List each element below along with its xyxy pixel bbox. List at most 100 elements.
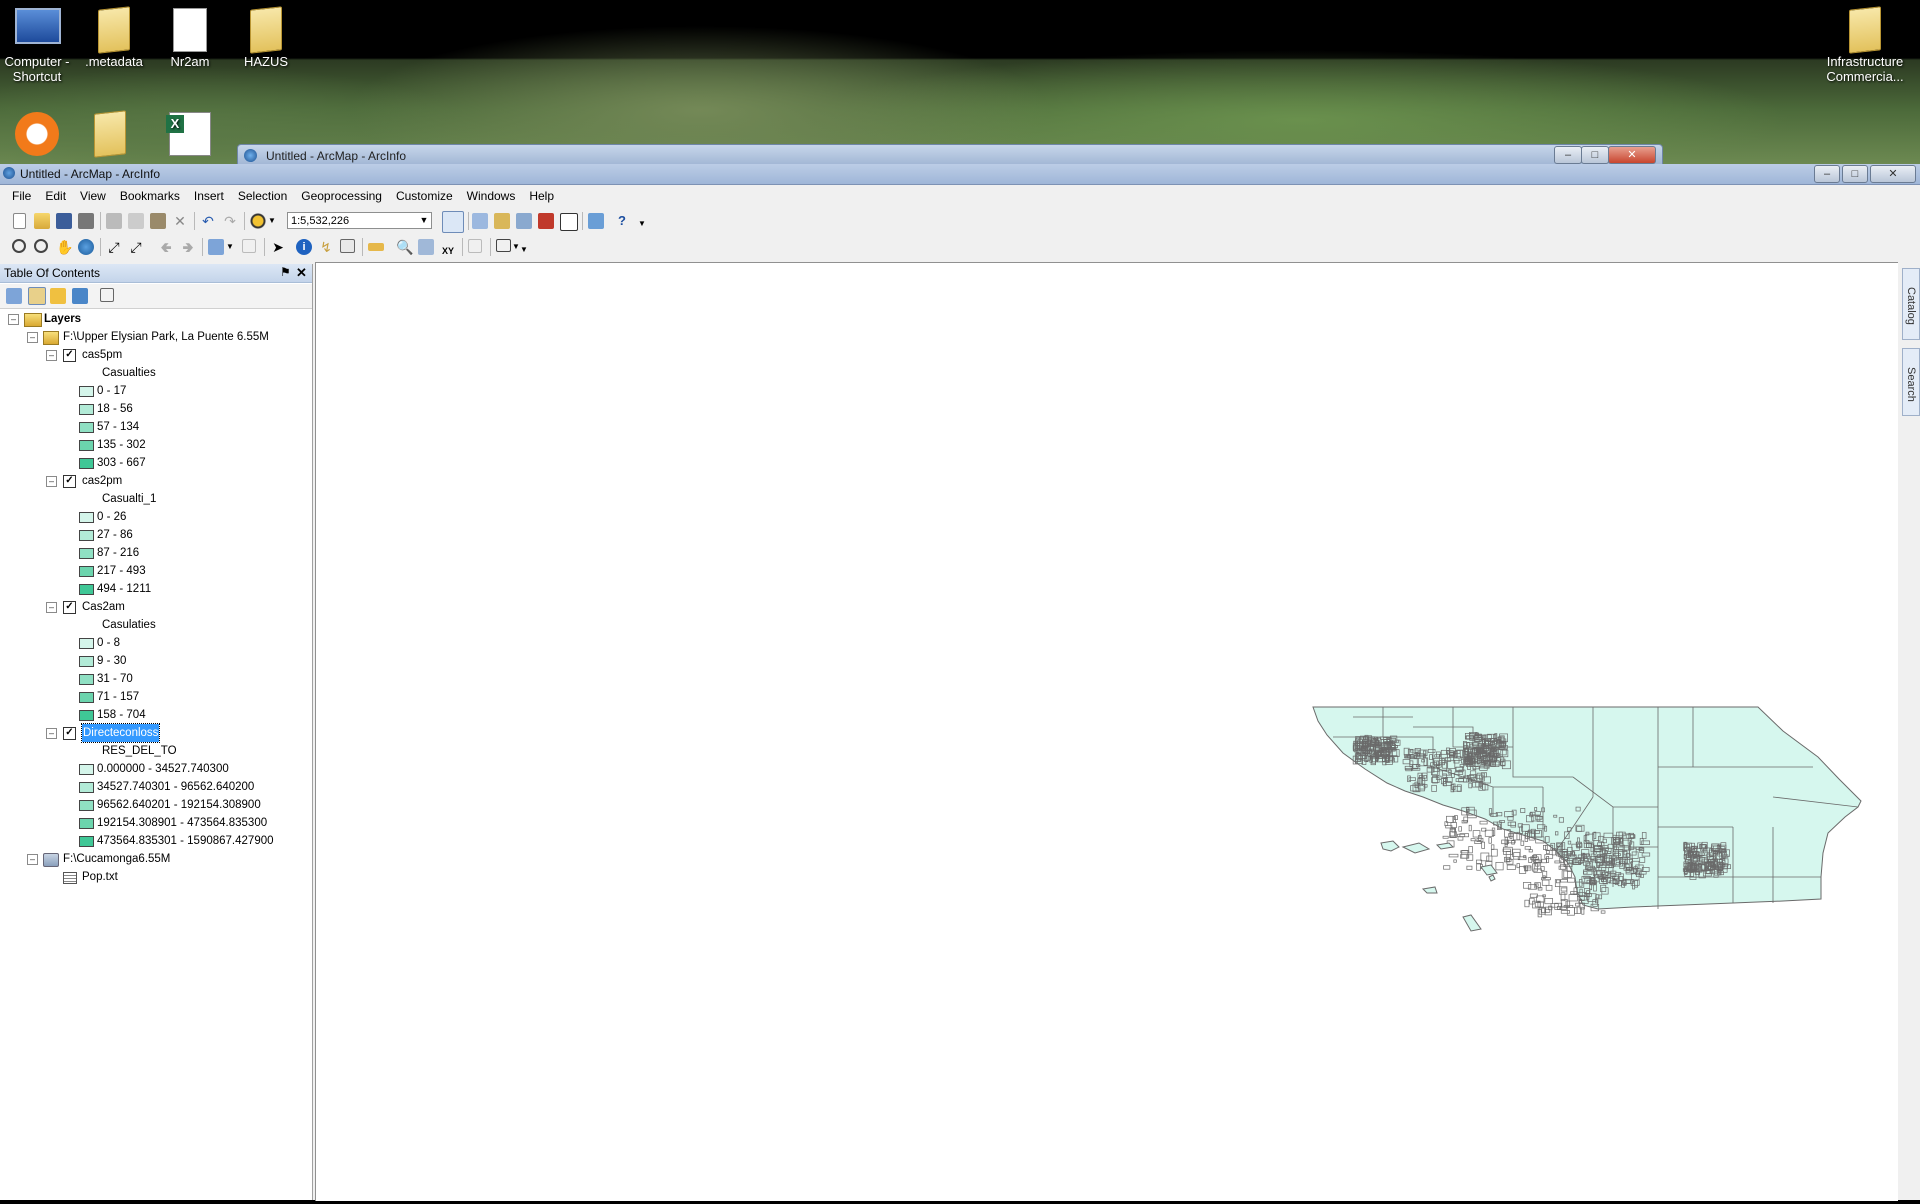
full-extent-icon[interactable] <box>78 239 94 255</box>
map-region-island[interactable] <box>1480 864 1498 876</box>
options-icon[interactable] <box>100 288 114 302</box>
menu-windows[interactable]: Windows <box>460 186 523 203</box>
menu-insert[interactable]: Insert <box>187 186 231 203</box>
desktop-icon-avast[interactable] <box>0 112 77 158</box>
map-canvas[interactable] <box>316 263 1898 1201</box>
legend-swatch[interactable] <box>79 512 94 523</box>
python-window-icon[interactable] <box>560 213 578 231</box>
menu-view[interactable]: View <box>73 186 113 203</box>
find-route-icon[interactable] <box>418 239 434 255</box>
create-viewer-icon[interactable] <box>496 239 511 252</box>
list-by-visibility-icon[interactable] <box>50 288 66 304</box>
table-of-contents-icon[interactable] <box>472 213 488 229</box>
chevron-down-icon[interactable]: ▼ <box>268 213 276 229</box>
layer-name[interactable]: Directeconloss <box>80 723 161 743</box>
legend-class[interactable]: 217 - 493 <box>0 562 300 580</box>
search-window-icon[interactable] <box>516 213 532 229</box>
collapse-icon[interactable]: – <box>46 602 57 613</box>
legend-swatch[interactable] <box>79 404 94 415</box>
legend-swatch[interactable] <box>79 782 94 793</box>
group-row[interactable]: – F:\Upper Elysian Park, La Puente 6.55M <box>0 328 300 346</box>
chevron-down-icon[interactable]: ▼ <box>512 239 520 255</box>
collapse-icon[interactable]: – <box>46 476 57 487</box>
desktop-icon-infrastructure[interactable]: Infrastructure Commercia... <box>1820 6 1910 84</box>
menu-bookmarks[interactable]: Bookmarks <box>113 186 187 203</box>
measure-icon[interactable] <box>368 243 384 251</box>
legend-swatch[interactable] <box>79 530 94 541</box>
legend-class[interactable]: 0 - 17 <box>0 382 300 400</box>
arctoolbox-icon[interactable] <box>538 213 554 229</box>
chevron-down-icon[interactable]: ▼ <box>226 239 234 255</box>
desktop-icon-folder[interactable] <box>70 110 150 158</box>
desktop-icon-computer[interactable]: Computer - Shortcut <box>0 8 77 84</box>
print-icon[interactable] <box>78 213 94 229</box>
back-icon[interactable]: 🢀 <box>158 239 174 255</box>
desktop-icon-excel[interactable] <box>150 112 230 158</box>
title-bar[interactable]: Untitled - ArcMap - ArcInfo – □ ✕ <box>0 164 1920 185</box>
desktop-icon-metadata[interactable]: .metadata <box>74 6 154 69</box>
legend-class[interactable]: 31 - 70 <box>0 670 300 688</box>
legend-class[interactable]: 96562.640201 - 192154.308900 <box>0 796 300 814</box>
delete-icon[interactable]: ✕ <box>172 213 188 229</box>
legend-swatch[interactable] <box>79 548 94 559</box>
find-icon[interactable]: 🔍 <box>396 239 413 255</box>
legend-class[interactable]: 135 - 302 <box>0 436 300 454</box>
layer-visibility-checkbox[interactable]: ✓ <box>63 349 76 362</box>
legend-swatch[interactable] <box>79 458 94 469</box>
new-document-icon[interactable] <box>13 213 26 229</box>
legend-swatch[interactable] <box>79 638 94 649</box>
collapse-icon[interactable]: – <box>46 728 57 739</box>
map-display[interactable] <box>315 262 1898 1201</box>
legend-swatch[interactable] <box>79 440 94 451</box>
layer-row[interactable]: – ✓ Directeconloss <box>0 723 300 743</box>
layer-visibility-checkbox[interactable]: ✓ <box>63 601 76 614</box>
map-scale-combobox[interactable]: 1:5,532,226 ▼ <box>287 212 432 229</box>
legend-swatch[interactable] <box>79 422 94 433</box>
collapse-icon[interactable]: – <box>8 314 19 325</box>
legend-swatch[interactable] <box>79 710 94 721</box>
map-region-island[interactable] <box>1462 914 1482 932</box>
menu-edit[interactable]: Edit <box>38 186 73 203</box>
catalog-tab[interactable]: Catalog <box>1902 268 1920 340</box>
close-icon[interactable]: ✕ <box>296 265 307 281</box>
help-icon[interactable]: ? <box>614 213 630 229</box>
minimize-button[interactable]: – <box>1814 165 1840 183</box>
maximize-button[interactable]: □ <box>1842 165 1868 183</box>
add-data-icon[interactable] <box>250 213 266 229</box>
map-region-island[interactable] <box>1401 842 1431 854</box>
forward-icon[interactable]: 🢂 <box>180 239 196 255</box>
layer-name[interactable]: cas2pm <box>82 472 122 490</box>
legend-class[interactable]: 18 - 56 <box>0 400 300 418</box>
open-folder-icon[interactable] <box>34 213 50 229</box>
menu-file[interactable]: File <box>5 186 38 203</box>
legend-swatch[interactable] <box>79 836 94 847</box>
paste-icon[interactable] <box>150 213 166 229</box>
zoom-in-icon[interactable] <box>12 239 26 253</box>
legend-swatch[interactable] <box>79 584 94 595</box>
layer-name[interactable]: cas5pm <box>82 346 122 364</box>
select-elements-icon[interactable]: ➤ <box>270 239 286 255</box>
fixed-zoom-out-icon[interactable]: ⤢ <box>128 239 144 255</box>
legend-class[interactable]: 303 - 667 <box>0 454 300 472</box>
pan-icon[interactable]: ✋ <box>56 239 73 255</box>
toc-root[interactable]: – Layers <box>0 310 300 328</box>
map-region-island[interactable] <box>1380 840 1400 852</box>
clear-selection-icon[interactable] <box>242 239 256 253</box>
identify-icon[interactable]: i <box>296 239 312 255</box>
collapse-icon[interactable]: – <box>46 350 57 361</box>
map-region-island[interactable] <box>1421 886 1438 894</box>
layer-row[interactable]: – ✓ cas2pm <box>0 472 300 490</box>
undo-icon[interactable]: ↶ <box>200 213 216 229</box>
catalog-window-icon[interactable] <box>494 213 510 229</box>
toolbar-options-icon[interactable]: ▼ <box>638 213 646 229</box>
close-button[interactable]: ✕ <box>1608 146 1656 164</box>
group-row[interactable]: – F:\Cucamonga6.55M <box>0 850 300 868</box>
desktop-icon-hazus[interactable]: HAZUS <box>226 6 306 69</box>
list-by-drawing-order-icon[interactable] <box>6 288 22 304</box>
legend-swatch[interactable] <box>79 818 94 829</box>
time-slider-icon[interactable] <box>468 239 482 253</box>
layer-visibility-checkbox[interactable]: ✓ <box>63 727 76 740</box>
save-icon[interactable] <box>56 213 72 229</box>
legend-class[interactable]: 0.000000 - 34527.740300 <box>0 760 300 778</box>
cut-icon[interactable] <box>106 213 122 229</box>
